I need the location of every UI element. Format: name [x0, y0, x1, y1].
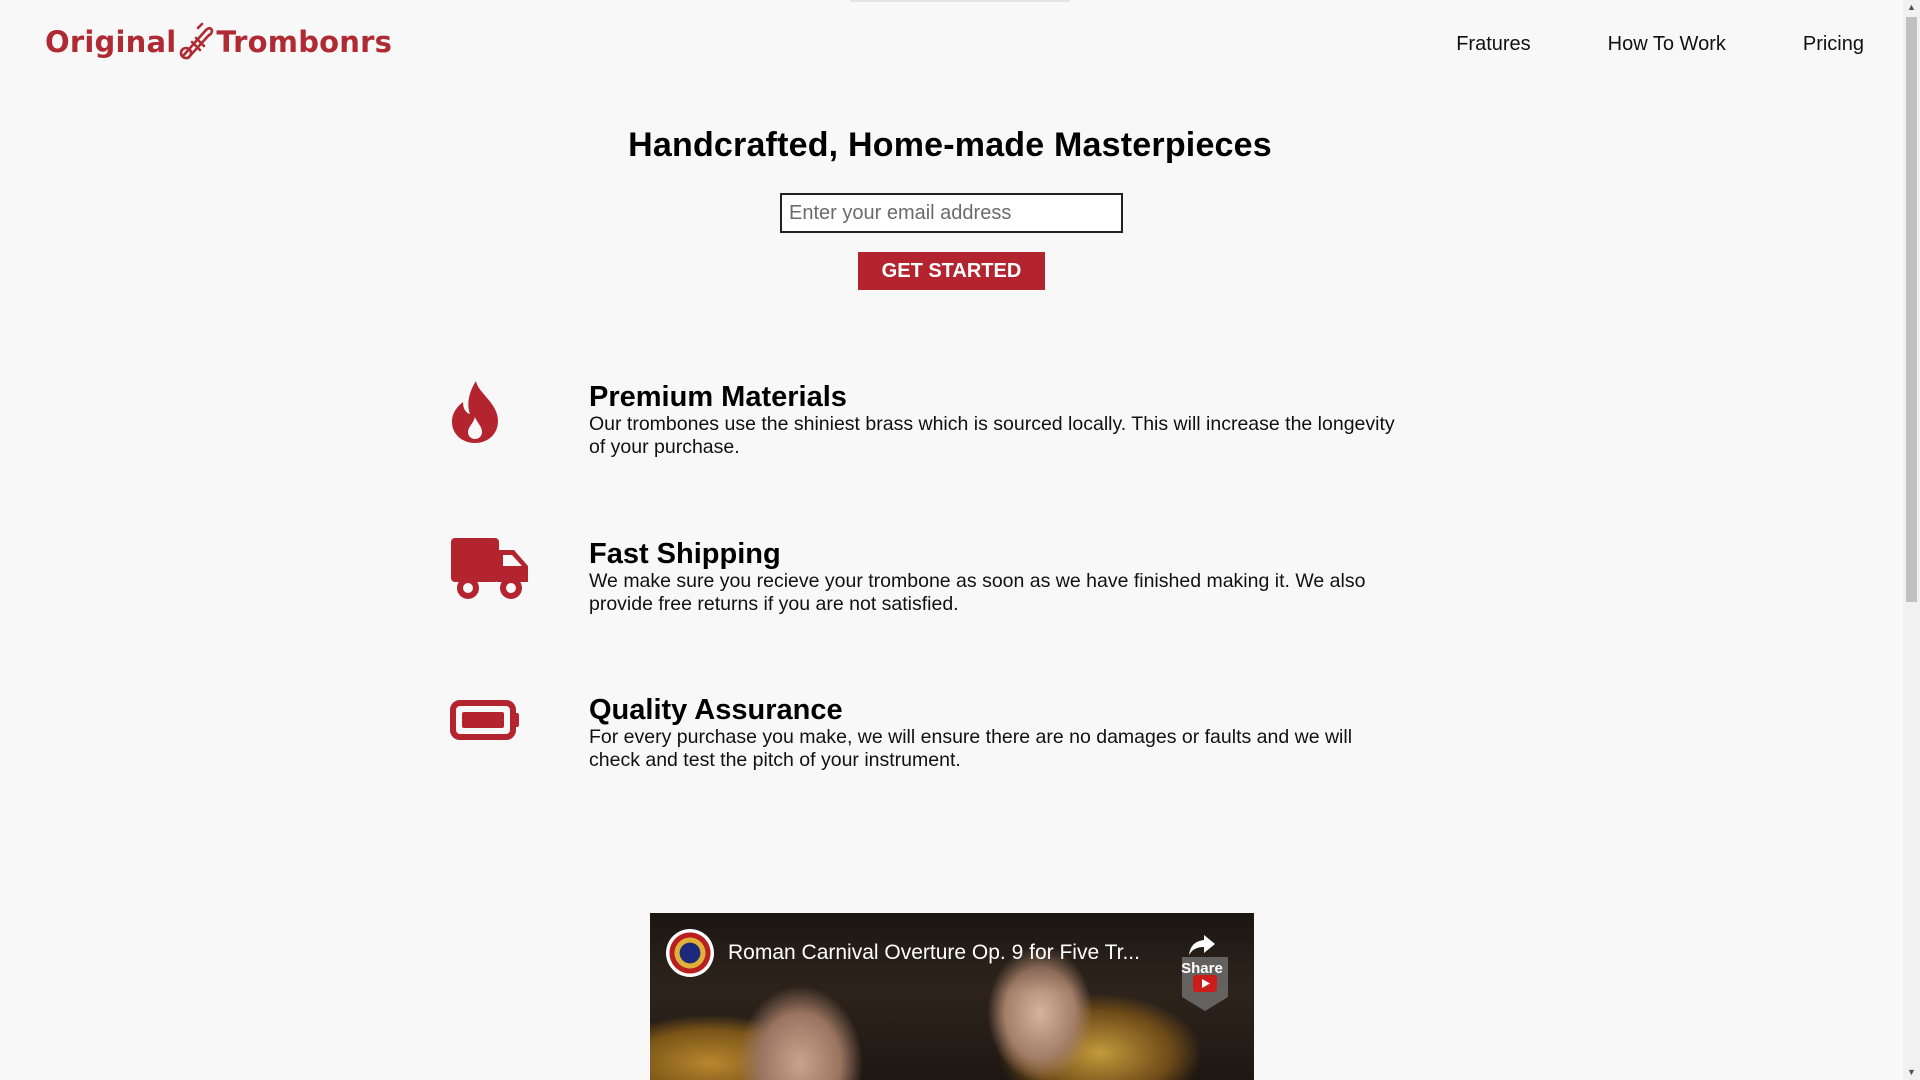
feature-text: We make sure you recieve your trombone a… [589, 570, 1366, 615]
scrollbar-thumb[interactable] [1906, 17, 1917, 602]
hero-section: Handcrafted, Home-made Masterpieces [0, 126, 1900, 165]
truck-icon [451, 538, 528, 599]
nav-link-pricing[interactable]: Pricing [1803, 33, 1864, 56]
main-nav: Fratures How To Work Pricing [1379, 33, 1864, 56]
email-input[interactable] [780, 193, 1123, 233]
scroll-down-icon[interactable]: ▼ [1907, 1068, 1916, 1077]
brand-logo[interactable]: Original Trombonrs [45, 22, 392, 62]
video-embed[interactable]: Roman Carnival Overture Op. 9 for Five T… [650, 913, 1254, 1080]
feature-title: Quality Assurance [589, 694, 843, 726]
scroll-up-icon[interactable]: ▲ [1907, 3, 1916, 12]
logo-text-left: Original [45, 25, 177, 59]
share-button[interactable]: Share [1174, 933, 1230, 977]
share-arrow-icon [1189, 935, 1215, 955]
logo-text-right: Trombonrs [216, 25, 393, 59]
channel-avatar[interactable] [666, 929, 714, 977]
feature-text: Our trombones use the shiniest brass whi… [589, 413, 1395, 458]
feature-text: For every purchase you make, we will ens… [589, 726, 1353, 771]
nav-link-how-to-work[interactable]: How To Work [1608, 33, 1726, 56]
site-header: Original Trombonrs Fratures How To Work … [0, 0, 1900, 90]
trombone-icon [180, 22, 214, 60]
page-scrollbar[interactable]: ▲ ▼ [1903, 0, 1920, 1080]
fire-icon [452, 381, 498, 443]
hero-title: Handcrafted, Home-made Masterpieces [628, 126, 1272, 164]
battery-icon [450, 700, 519, 740]
feature-title: Premium Materials [589, 381, 847, 413]
feature-title: Fast Shipping [589, 538, 781, 570]
share-label: Share [1181, 960, 1223, 977]
video-title[interactable]: Roman Carnival Overture Op. 9 for Five T… [728, 941, 1140, 965]
get-started-button[interactable]: GET STARTED [858, 252, 1045, 290]
nav-link-features[interactable]: Fratures [1456, 33, 1530, 56]
